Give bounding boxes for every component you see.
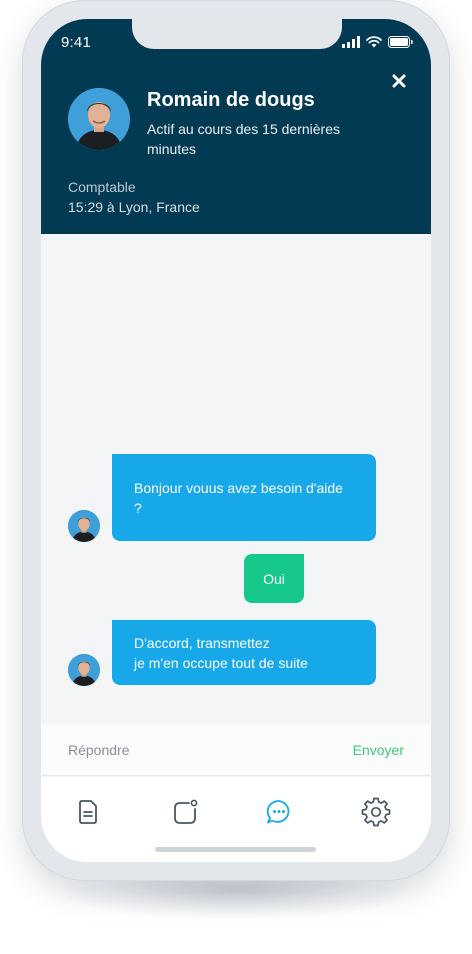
chat-bubble-icon — [266, 800, 290, 824]
reply-composer: Envoyer — [41, 724, 431, 776]
tab-chat[interactable] — [264, 797, 294, 827]
tab-notifications[interactable] — [170, 797, 200, 827]
agent-avatar — [68, 510, 100, 542]
contact-location: 15:29 à Lyon, France — [68, 199, 200, 215]
wifi-icon — [366, 36, 382, 48]
message-text: D'accord, transmettez je m'en occupe tou… — [134, 634, 308, 671]
close-icon — [392, 74, 406, 88]
send-button[interactable]: Envoyer — [353, 742, 404, 758]
notification-square-icon — [174, 799, 198, 824]
reply-input[interactable] — [68, 738, 308, 762]
battery-icon — [388, 36, 413, 48]
message-text: Bonjour vouus avez besoin d'aide ? — [134, 479, 343, 516]
contact-role: Comptable — [68, 179, 136, 195]
document-icon — [79, 800, 97, 824]
close-button[interactable] — [389, 71, 409, 91]
notch — [132, 19, 342, 49]
tab-settings[interactable] — [361, 797, 391, 827]
activity-status: Actif au cours des 15 dernières minutes — [147, 121, 340, 157]
avatar-portrait — [68, 654, 100, 686]
phone-screen: 9:41 Romain de dougs Actif au cours des … — [41, 19, 431, 862]
tab-bar — [41, 777, 431, 862]
avatar-portrait — [68, 510, 100, 542]
signal-icon — [342, 36, 360, 48]
contact-header: 9:41 Romain de dougs Actif au cours des … — [41, 19, 431, 234]
agent-avatar — [68, 654, 100, 686]
message-text: Oui — [263, 570, 285, 587]
message-bubble-incoming: D'accord, transmettez je m'en occupe tou… — [112, 620, 376, 685]
message-bubble-incoming: Bonjour vouus avez besoin d'aide ? — [112, 454, 376, 541]
gear-icon — [361, 797, 391, 827]
home-indicator — [155, 847, 316, 852]
status-icons — [342, 36, 413, 48]
tab-documents[interactable] — [73, 797, 103, 827]
avatar-portrait — [68, 88, 130, 150]
status-time: 9:41 — [61, 34, 91, 51]
contact-avatar — [68, 88, 130, 150]
contact-name: Romain de dougs — [147, 89, 315, 111]
message-bubble-outgoing: Oui — [244, 554, 304, 603]
